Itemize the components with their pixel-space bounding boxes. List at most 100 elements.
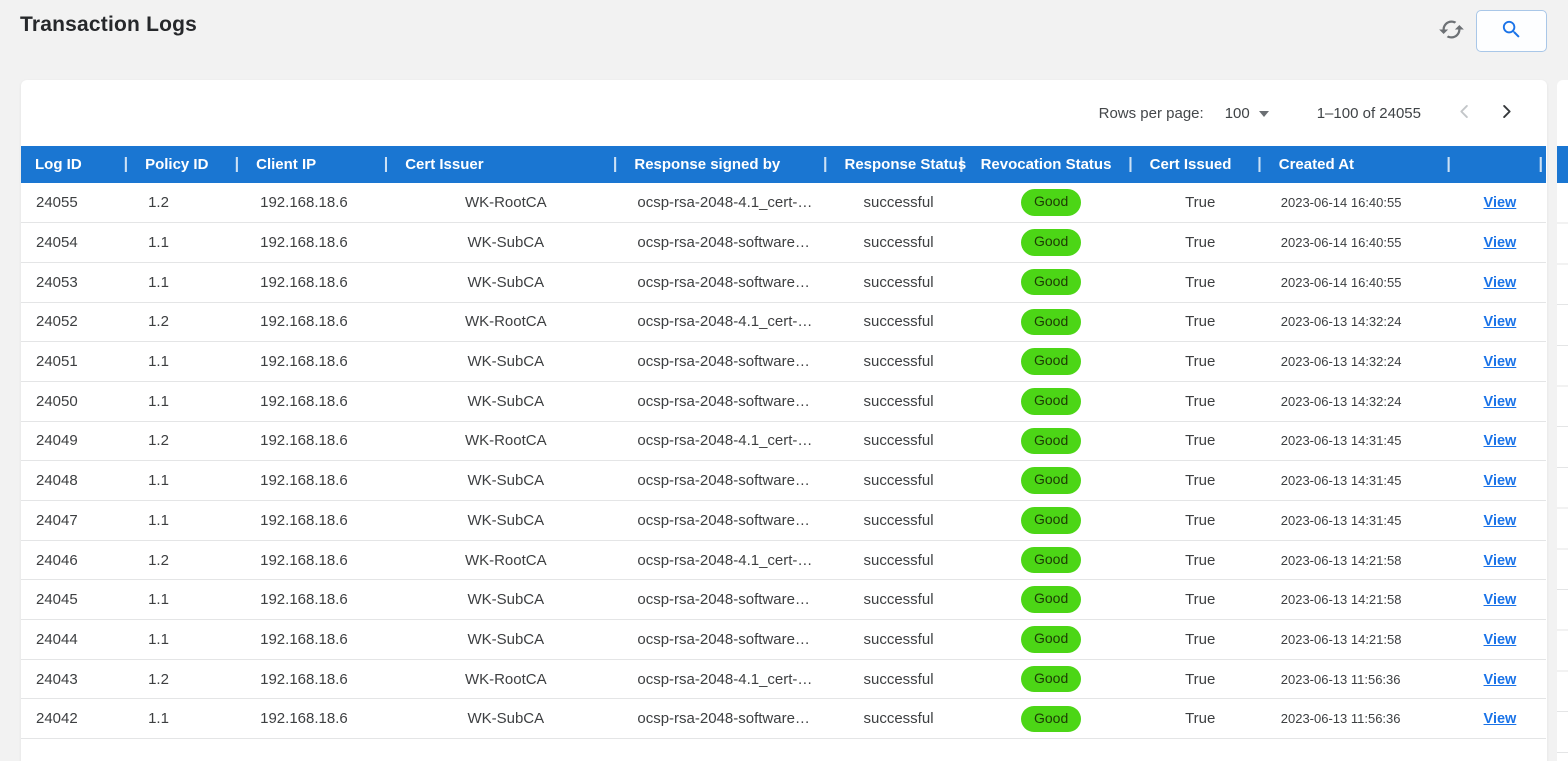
cell-policy-id: 1.1 xyxy=(131,460,243,501)
cell-response-status: successful xyxy=(830,579,967,621)
cell-response-signed-by: ocsp-rsa-2048-4.1_cert-… xyxy=(620,183,831,224)
cell-client-ip: 192.168.18.6 xyxy=(242,659,392,700)
cell-revocation-status: Good xyxy=(966,659,1136,700)
cell-log-id: 24048 xyxy=(21,460,132,501)
view-link[interactable]: View xyxy=(1484,513,1517,529)
cell-response-signed-by: ocsp-rsa-2048-4.1_cert-… xyxy=(620,421,831,462)
cell-revocation-status: Good xyxy=(966,579,1136,621)
cell-revocation-status: Good xyxy=(966,302,1136,343)
cell-cert-issued: True xyxy=(1135,381,1265,422)
view-link[interactable]: View xyxy=(1484,275,1517,291)
cell-client-ip: 192.168.18.6 xyxy=(242,341,392,382)
cell-log-id: 24049 xyxy=(21,421,132,462)
rows-per-page-select[interactable]: 100 xyxy=(1225,105,1269,122)
cell-revocation-status: Good xyxy=(966,540,1136,581)
column-header-policy-id: Policy ID xyxy=(131,146,243,183)
cell-created-at: 2023-06-13 11:56:36 xyxy=(1264,659,1454,700)
cell-response-status: successful xyxy=(830,341,967,382)
cell-action: View xyxy=(1453,183,1546,224)
cell-created-at: 2023-06-13 14:32:24 xyxy=(1264,302,1454,343)
cell-client-ip: 192.168.18.6 xyxy=(242,222,392,263)
column-header-response-signed-by: Response signed by xyxy=(620,146,831,183)
cell-cert-issued: True xyxy=(1135,500,1265,541)
cell-cert-issued: True xyxy=(1135,460,1265,501)
table-row: 24047 1.1 192.168.18.6 WK-SubCA ocsp-rsa… xyxy=(21,500,1546,541)
cell-response-status: successful xyxy=(830,619,967,660)
cell-response-signed-by: ocsp-rsa-2048-4.1_cert-… xyxy=(620,302,831,343)
cell-cert-issuer: WK-SubCA xyxy=(391,381,621,422)
cell-log-id: 24053 xyxy=(21,262,132,303)
cell-revocation-status: Good xyxy=(966,262,1136,303)
cell-action: View xyxy=(1453,421,1546,462)
status-badge: Good xyxy=(1020,546,1082,574)
view-link[interactable]: View xyxy=(1484,394,1517,410)
view-link[interactable]: View xyxy=(1484,235,1517,251)
cell-policy-id: 1.1 xyxy=(131,341,243,382)
cell-action: View xyxy=(1453,698,1546,740)
view-link[interactable]: View xyxy=(1484,553,1517,569)
cell-response-signed-by: ocsp-rsa-2048-software… xyxy=(620,698,831,740)
cell-cert-issued: True xyxy=(1135,698,1265,740)
view-link[interactable]: View xyxy=(1484,632,1517,648)
cell-cert-issuer: WK-SubCA xyxy=(391,262,621,303)
transaction-logs-card: Rows per page: 100 1–100 of 24055 Log ID… xyxy=(21,80,1547,761)
table-row: 24050 1.1 192.168.18.6 WK-SubCA ocsp-rsa… xyxy=(21,381,1546,422)
table-body: 24055 1.2 192.168.18.6 WK-RootCA ocsp-rs… xyxy=(21,183,1546,740)
cell-policy-id: 1.2 xyxy=(131,183,243,224)
status-badge: Good xyxy=(1020,189,1082,216)
cell-response-signed-by: ocsp-rsa-2048-software… xyxy=(620,460,831,501)
cell-log-id: 24044 xyxy=(21,619,132,660)
cell-created-at: 2023-06-14 16:40:55 xyxy=(1264,262,1454,303)
previous-page-button[interactable] xyxy=(1443,92,1485,134)
view-link[interactable]: View xyxy=(1484,473,1517,489)
view-link[interactable]: View xyxy=(1484,672,1517,688)
table-row: 24048 1.1 192.168.18.6 WK-SubCA ocsp-rsa… xyxy=(21,460,1546,501)
refresh-button[interactable] xyxy=(1428,9,1474,53)
view-link[interactable]: View xyxy=(1484,711,1517,727)
cell-log-id: 24047 xyxy=(21,500,132,541)
cell-revocation-status: Good xyxy=(966,341,1136,382)
cell-cert-issued: True xyxy=(1135,302,1265,343)
cell-revocation-status: Good xyxy=(966,381,1136,422)
cell-cert-issuer: WK-RootCA xyxy=(391,183,621,224)
table-row: 24042 1.1 192.168.18.6 WK-SubCA ocsp-rsa… xyxy=(21,698,1546,740)
cell-action: View xyxy=(1453,381,1546,422)
next-page-button[interactable] xyxy=(1485,92,1527,134)
status-badge: Good xyxy=(1020,427,1082,455)
view-link[interactable]: View xyxy=(1484,314,1517,330)
view-link[interactable]: View xyxy=(1484,433,1517,449)
column-header-actions xyxy=(1453,146,1546,183)
column-header-log-id: Log ID xyxy=(21,146,132,183)
cell-revocation-status: Good xyxy=(966,421,1136,462)
column-header-cert-issued: Cert Issued xyxy=(1135,146,1265,183)
cell-cert-issued: True xyxy=(1135,262,1265,303)
cell-client-ip: 192.168.18.6 xyxy=(242,540,392,581)
table-row: 24051 1.1 192.168.18.6 WK-SubCA ocsp-rsa… xyxy=(21,341,1546,382)
cell-cert-issuer: WK-SubCA xyxy=(391,698,621,740)
cell-created-at: 2023-06-13 14:21:58 xyxy=(1264,619,1454,660)
status-badge: Good xyxy=(1020,705,1082,733)
cell-policy-id: 1.1 xyxy=(131,579,243,621)
status-badge: Good xyxy=(1020,388,1082,415)
table-row: 24049 1.2 192.168.18.6 WK-RootCA ocsp-rs… xyxy=(21,421,1546,462)
view-link[interactable]: View xyxy=(1484,195,1517,211)
cell-client-ip: 192.168.18.6 xyxy=(242,698,392,740)
cell-response-signed-by: ocsp-rsa-2048-software… xyxy=(620,381,831,422)
status-badge: Good xyxy=(1020,626,1082,653)
column-header-response-status: Response Status xyxy=(830,146,967,183)
cell-client-ip: 192.168.18.6 xyxy=(242,421,392,462)
cell-action: View xyxy=(1453,302,1546,343)
status-badge: Good xyxy=(1020,348,1082,375)
cell-policy-id: 1.2 xyxy=(131,540,243,581)
cell-response-signed-by: ocsp-rsa-2048-4.1_cert-… xyxy=(620,659,831,700)
cell-policy-id: 1.1 xyxy=(131,381,243,422)
column-header-cert-issuer: Cert Issuer xyxy=(391,146,621,183)
cell-cert-issued: True xyxy=(1135,341,1265,382)
view-link[interactable]: View xyxy=(1484,592,1517,608)
column-header-client-ip: Client IP xyxy=(242,146,392,183)
cell-action: View xyxy=(1453,619,1546,660)
pagination-range: 1–100 of 24055 xyxy=(1316,104,1421,122)
view-link[interactable]: View xyxy=(1484,354,1517,370)
cell-cert-issued: True xyxy=(1135,619,1265,660)
search-button[interactable] xyxy=(1476,10,1547,52)
